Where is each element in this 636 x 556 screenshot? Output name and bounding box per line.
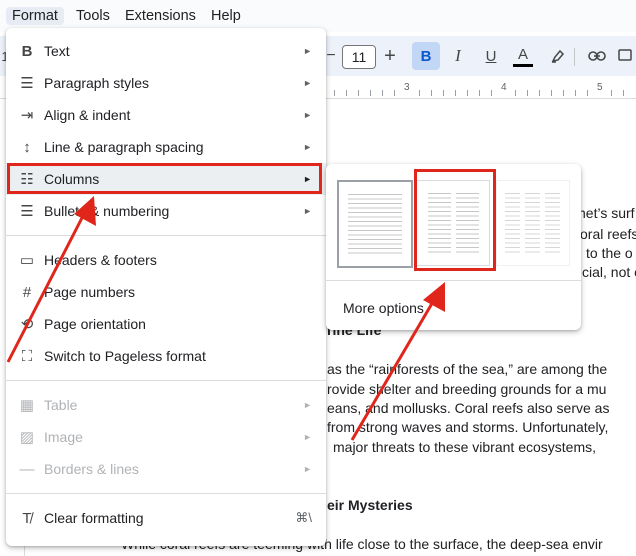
menu-item-label: Headers & footers <box>44 252 157 268</box>
menu-divider <box>6 493 326 494</box>
doc-text: oral reefs <box>580 226 636 242</box>
columns-highlight-box <box>7 163 322 194</box>
menu-help[interactable]: Help <box>205 7 247 25</box>
link-icon[interactable] <box>585 42 609 70</box>
submenu-divider <box>326 280 581 281</box>
underline-button[interactable]: U <box>479 42 503 70</box>
submenu-arrow-icon: ► <box>303 400 312 410</box>
column-lines <box>348 194 402 254</box>
one-column-option[interactable] <box>337 180 413 268</box>
ruler-number: 5 <box>597 82 603 93</box>
doc-heading: eir Mysteries <box>327 497 413 513</box>
increase-font-size-button[interactable]: + <box>381 42 399 70</box>
headers-footers-icon: ▭ <box>19 252 35 269</box>
doc-text: to the o <box>586 245 633 261</box>
ruler-number: 4 <box>501 82 507 93</box>
add-comment-icon[interactable] <box>613 42 636 70</box>
submenu-arrow-icon: ► <box>303 78 312 88</box>
bulleted-list-icon: ☰ <box>20 203 34 220</box>
menu-item-label: Table <box>44 397 78 413</box>
text-color-button[interactable]: A <box>511 42 535 70</box>
submenu-arrow-icon: ► <box>303 142 312 152</box>
page-numbers-icon: # <box>22 283 32 301</box>
doc-text: eans, and mollusks. Coral reefs also ser… <box>327 400 610 416</box>
menu-item-clear-formatting[interactable]: T̸ Clear formatting ⌘\ <box>6 502 326 534</box>
menu-item-table: ▦ Table ► <box>6 389 326 421</box>
page-orientation-icon: ⟲ <box>20 316 34 333</box>
menu-item-label: Clear formatting <box>44 510 144 526</box>
decrease-font-size-button[interactable]: − <box>324 42 338 70</box>
column-lines <box>525 193 540 253</box>
doc-text: rovide shelter and breeding grounds for … <box>327 381 607 397</box>
paragraph-styles-icon: ☰ <box>20 75 34 92</box>
menu-item-line-spacing[interactable]: ↕ Line & paragraph spacing ► <box>6 131 326 163</box>
keyboard-shortcut: ⌘\ <box>295 510 312 525</box>
two-columns-highlight-box <box>414 169 496 271</box>
menu-divider <box>6 380 326 381</box>
menu-item-align-indent[interactable]: ⇥ Align & indent ► <box>6 99 326 131</box>
menu-item-image: ▨ Image ► <box>6 421 326 453</box>
text-color-letter: A <box>517 45 528 63</box>
menu-item-label: Image <box>44 429 83 445</box>
menu-item-label: Borders & lines <box>44 461 139 477</box>
image-icon: ▨ <box>19 429 35 446</box>
text-color-bar <box>513 63 533 67</box>
menu-item-label: Paragraph styles <box>44 75 150 91</box>
doc-text: from strong waves and storms. Unfortunat… <box>327 419 609 435</box>
bold-button[interactable]: B <box>412 42 440 70</box>
submenu-arrow-icon: ► <box>303 206 312 216</box>
menu-divider <box>6 235 326 236</box>
menu-item-label: Line & paragraph spacing <box>44 139 204 155</box>
menu-item-label: Page numbers <box>44 284 136 300</box>
menu-extensions[interactable]: Extensions <box>119 7 202 25</box>
font-size-input[interactable]: 11 <box>342 45 376 69</box>
format-menu: B Text ► ☰ Paragraph styles ► ⇥ Align & … <box>6 28 326 546</box>
submenu-arrow-icon: ► <box>303 432 312 442</box>
menu-item-label: Text <box>44 43 70 59</box>
menu-format[interactable]: Format <box>6 7 64 25</box>
ruler-number: 3 <box>404 82 410 93</box>
menu-item-paragraph-styles[interactable]: ☰ Paragraph styles ► <box>6 67 326 99</box>
menu-item-page-orientation[interactable]: ⟲ Page orientation <box>6 308 326 340</box>
column-lines <box>545 193 560 253</box>
table-icon: ▦ <box>19 397 35 414</box>
menu-item-label: Align & indent <box>44 107 131 123</box>
submenu-arrow-icon: ► <box>303 464 312 474</box>
menu-item-label: Switch to Pageless format <box>44 348 206 364</box>
menu-item-label: Bullets & numbering <box>44 203 170 219</box>
italic-button[interactable]: I <box>446 42 470 70</box>
menu-item-headers-footers[interactable]: ▭ Headers & footers <box>6 244 326 276</box>
menu-item-label: Page orientation <box>44 316 146 332</box>
submenu-arrow-icon: ► <box>303 110 312 120</box>
menu-item-page-numbers[interactable]: # Page numbers <box>6 276 326 308</box>
doc-text: major threats to these vibrant ecosystem… <box>333 439 596 455</box>
menu-item-borders-lines: — Borders & lines ► <box>6 453 326 485</box>
pageless-icon: ⛶ <box>21 347 33 365</box>
doc-text: net’s surf <box>578 205 635 221</box>
menu-item-pageless[interactable]: ⛶ Switch to Pageless format <box>6 340 326 372</box>
three-columns-option[interactable] <box>496 180 570 266</box>
borders-lines-icon: — <box>19 460 35 478</box>
menu-tools[interactable]: Tools <box>70 7 116 25</box>
toolbar-divider <box>574 48 575 66</box>
menu-item-text[interactable]: B Text ► <box>6 35 326 67</box>
bold-icon: B <box>21 42 33 60</box>
column-lines <box>505 193 520 253</box>
submenu-arrow-icon: ► <box>303 46 312 56</box>
doc-text: cial, not c <box>582 264 636 280</box>
menu-item-bullets-numbering[interactable]: ☰ Bullets & numbering ► <box>6 195 326 227</box>
align-indent-icon: ⇥ <box>20 107 34 124</box>
clear-formatting-icon: T̸ <box>22 509 32 527</box>
doc-text: as the “rainforests of the sea,” are amo… <box>327 361 608 377</box>
highlight-pen-icon[interactable] <box>546 42 570 70</box>
line-spacing-icon: ↕ <box>23 138 31 156</box>
more-options-button[interactable]: More options <box>343 300 424 316</box>
